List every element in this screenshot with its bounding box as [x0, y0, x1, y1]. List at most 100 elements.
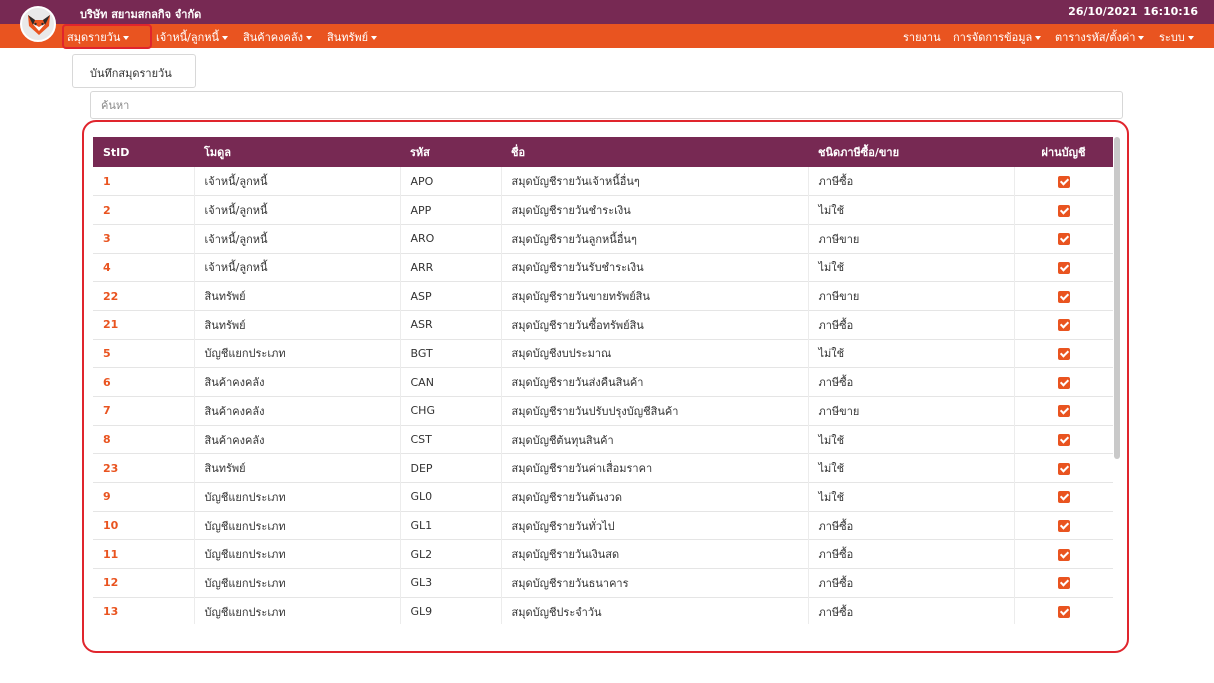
column-header-code[interactable]: รหัส	[400, 137, 501, 167]
table-row[interactable]: 12 บัญชีแยกประเภท GL3 สมุดบัญชีรายวันธนาคาร…	[93, 568, 1113, 598]
cell-tax-type: ภาษีขาย	[808, 224, 1015, 254]
cell-stid: 8	[93, 425, 195, 454]
caret-down-icon	[305, 36, 312, 40]
checkbox-checked-icon[interactable]	[1057, 175, 1070, 188]
checkbox-checked-icon[interactable]	[1057, 577, 1070, 590]
cell-code: APO	[400, 167, 502, 196]
journal-table-container: StID โมดูล รหัส ชื่อ ชนิดภาษีซื้อ/ขาย ผ่…	[93, 137, 1113, 624]
cell-name: สมุดบัญชีรายวันขายทรัพย์สิน	[501, 281, 809, 311]
cell-stid: 11	[93, 539, 195, 569]
cell-tax-type: ภาษีซื้อ	[808, 511, 1015, 540]
cell-code: CAN	[400, 367, 502, 397]
cell-posted	[1014, 483, 1113, 512]
table-row[interactable]: 8 สินค้าคงคลัง CST สมุดบัญชีต้นทุนสินค้า ไม่…	[93, 425, 1113, 454]
top-bar: บริษัท สยามสกลกิจ จำกัด 26/10/2021 16:10…	[0, 0, 1214, 42]
menu-ap-ar[interactable]: เจ้าหนี้/ลูกหนี้	[156, 28, 229, 46]
cell-tax-type: ไม่ใช้	[808, 195, 1015, 225]
cell-stid: 10	[93, 511, 195, 540]
cell-tax-type: ภาษีซื้อ	[808, 597, 1015, 624]
cell-name: สมุดบัญชีรายวันรับชำระเงิน	[501, 253, 809, 282]
cell-posted	[1014, 425, 1113, 454]
menu-inventory[interactable]: สินค้าคงคลัง	[243, 28, 312, 46]
cell-module: สินค้าคงคลัง	[194, 425, 401, 454]
cell-name: สมุดบัญชีประจำวัน	[501, 597, 809, 624]
cell-module: สินค้าคงคลัง	[194, 367, 401, 397]
table-row[interactable]: 10 บัญชีแยกประเภท GL1 สมุดบัญชีรายวันทั่วไป…	[93, 511, 1113, 540]
cell-stid: 7	[93, 396, 195, 426]
cell-name: สมุดบัญชีรายวันลูกหนี้อื่นๆ	[501, 224, 809, 254]
table-row[interactable]: 2 เจ้าหนี้/ลูกหนี้ APP สมุดบัญชีรายวันชำระเ…	[93, 195, 1113, 225]
checkbox-checked-icon[interactable]	[1057, 290, 1070, 303]
cell-tax-type: ไม่ใช้	[808, 425, 1015, 454]
cell-code: DEP	[400, 453, 502, 483]
menu-system-label: ระบบ	[1159, 31, 1185, 44]
menu-data-management[interactable]: การจัดการข้อมูล	[953, 28, 1042, 46]
caret-down-icon	[1138, 36, 1145, 40]
column-header-module[interactable]: โมดูล	[194, 137, 400, 167]
dropdown-item-journal-entry[interactable]: บันทึกสมุดรายวัน	[72, 54, 196, 88]
cell-name: สมุดบัญชีรายวันชำระเงิน	[501, 195, 809, 225]
checkbox-checked-icon[interactable]	[1057, 606, 1070, 619]
cell-code: BGT	[400, 339, 502, 368]
checkbox-checked-icon[interactable]	[1057, 520, 1070, 533]
table-row[interactable]: 5 บัญชีแยกประเภท BGT สมุดบัญชีงบประมาณ ไม่ใช…	[93, 339, 1113, 368]
menu-report[interactable]: รายงาน	[903, 28, 941, 46]
column-header-tax-type[interactable]: ชนิดภาษีซื้อ/ขาย	[808, 137, 1014, 167]
checkbox-checked-icon[interactable]	[1057, 347, 1070, 360]
checkbox-checked-icon[interactable]	[1057, 548, 1070, 561]
menu-code-settings[interactable]: ตารางรหัส/ตั้งค่า	[1055, 28, 1145, 46]
menu-system[interactable]: ระบบ	[1159, 28, 1194, 46]
column-header-posted[interactable]: ผ่านบัญชี	[1014, 137, 1113, 167]
cell-posted	[1014, 224, 1113, 253]
cell-code: GL0	[400, 482, 502, 512]
table-scrollbar[interactable]	[1114, 137, 1120, 459]
table-row[interactable]: 11 บัญชีแยกประเภท GL2 สมุดบัญชีรายวันเงินสด…	[93, 539, 1113, 569]
cell-code: CST	[400, 425, 502, 454]
cell-tax-type: ภาษีขาย	[808, 281, 1015, 311]
menu-assets[interactable]: สินทรัพย์	[327, 28, 378, 46]
table-row[interactable]: 22 สินทรัพย์ ASP สมุดบัญชีรายวันขายทรัพย์สิ…	[93, 281, 1113, 311]
checkbox-checked-icon[interactable]	[1057, 491, 1070, 504]
checkbox-checked-icon[interactable]	[1057, 204, 1070, 217]
cell-name: สมุดบัญชีรายวันธนาคาร	[501, 568, 809, 598]
cell-module: สินทรัพย์	[194, 453, 401, 483]
menu-highlight-box	[62, 24, 152, 49]
table-row[interactable]: 7 สินค้าคงคลัง CHG สมุดบัญชีรายวันปรับปรุงบ…	[93, 396, 1113, 426]
checkbox-checked-icon[interactable]	[1057, 434, 1070, 447]
cell-module: สินค้าคงคลัง	[194, 396, 401, 426]
cell-stid: 12	[93, 568, 195, 598]
cell-name: สมุดบัญชีงบประมาณ	[501, 339, 809, 368]
table-row[interactable]: 23 สินทรัพย์ DEP สมุดบัญชีรายวันค่าเสื่อมรา…	[93, 453, 1113, 483]
table-row[interactable]: 21 สินทรัพย์ ASR สมุดบัญชีรายวันซื้อทรัพย์ส…	[93, 310, 1113, 340]
table-row[interactable]: 13 บัญชีแยกประเภท GL9 สมุดบัญชีประจำวัน ภาษี…	[93, 597, 1113, 624]
checkbox-checked-icon[interactable]	[1057, 376, 1070, 389]
table-row[interactable]: 3 เจ้าหนี้/ลูกหนี้ ARO สมุดบัญชีรายวันลูกหน…	[93, 224, 1113, 254]
checkbox-checked-icon[interactable]	[1057, 261, 1070, 274]
fox-logo-icon[interactable]	[20, 6, 56, 42]
search-input[interactable]	[90, 91, 1123, 119]
cell-tax-type: ไม่ใช้	[808, 482, 1015, 512]
cell-name: สมุดบัญชีรายวันเงินสด	[501, 539, 809, 569]
column-header-name[interactable]: ชื่อ	[501, 137, 808, 167]
checkbox-checked-icon[interactable]	[1057, 462, 1070, 475]
checkbox-checked-icon[interactable]	[1057, 405, 1070, 418]
cell-module: เจ้าหนี้/ลูกหนี้	[194, 195, 401, 225]
cell-name: สมุดบัญชีต้นทุนสินค้า	[501, 425, 809, 454]
table-row[interactable]: 1 เจ้าหนี้/ลูกหนี้ APO สมุดบัญชีรายวันเจ้าห…	[93, 167, 1113, 196]
checkbox-checked-icon[interactable]	[1057, 233, 1070, 246]
cell-posted	[1014, 511, 1113, 540]
cell-tax-type: ภาษีซื้อ	[808, 367, 1015, 397]
cell-posted	[1014, 310, 1113, 339]
menu-assets-label: สินทรัพย์	[327, 31, 369, 44]
cell-name: สมุดบัญชีรายวันซื้อทรัพย์สิน	[501, 310, 809, 340]
cell-module: บัญชีแยกประเภท	[194, 339, 401, 368]
table-row[interactable]: 9 บัญชีแยกประเภท GL0 สมุดบัญชีรายวันต้นงวดไ…	[93, 482, 1113, 512]
cell-posted	[1014, 597, 1113, 624]
cell-stid: 1	[93, 167, 195, 196]
cell-module: เจ้าหนี้/ลูกหนี้	[194, 224, 401, 254]
table-row[interactable]: 4 เจ้าหนี้/ลูกหนี้ ARR สมุดบัญชีรายวันรับชำ…	[93, 253, 1113, 282]
cell-module: บัญชีแยกประเภท	[194, 511, 401, 540]
table-row[interactable]: 6 สินค้าคงคลัง CAN สมุดบัญชีรายวันส่งคืนสิน…	[93, 367, 1113, 397]
checkbox-checked-icon[interactable]	[1057, 319, 1070, 332]
column-header-stid[interactable]: StID	[93, 137, 194, 167]
